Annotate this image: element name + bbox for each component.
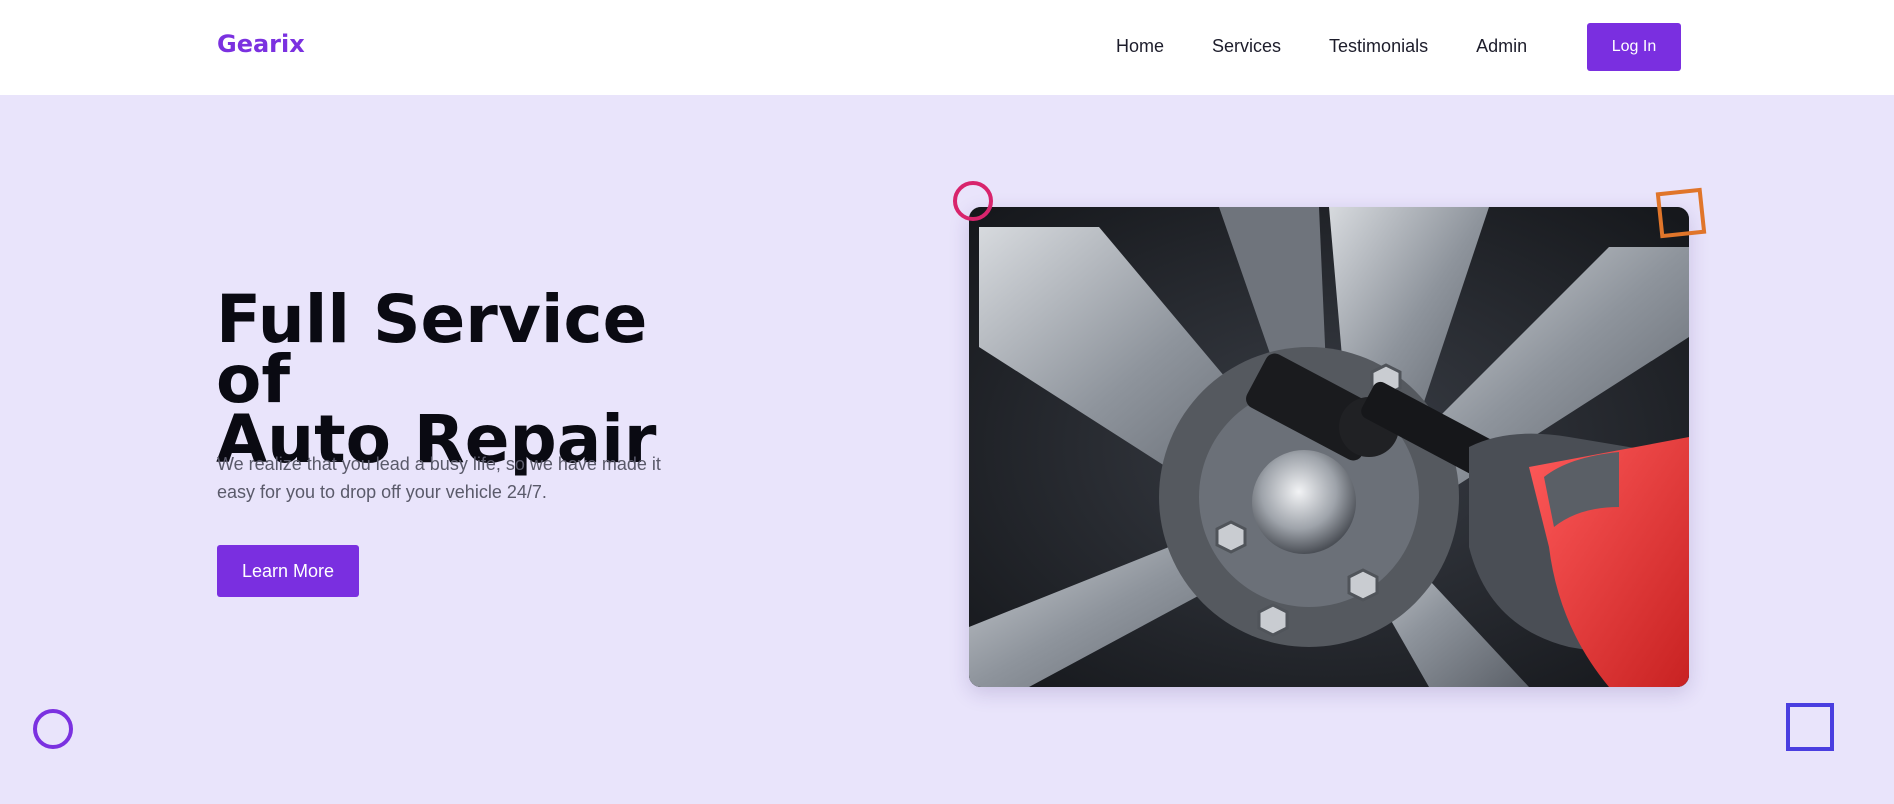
nav-link-services[interactable]: Services: [1212, 34, 1281, 58]
hero-title: Full Service of Auto Repair: [216, 287, 736, 473]
nav-link-admin[interactable]: Admin: [1476, 34, 1527, 58]
nav-link-testimonials[interactable]: Testimonials: [1329, 34, 1428, 58]
decor-circle-pink: [953, 181, 993, 221]
brand-logo[interactable]: Gearix: [217, 30, 305, 58]
decor-square-orange: [1655, 187, 1707, 239]
hero-image: [969, 207, 1689, 687]
hero-title-line1: Full Service of: [216, 281, 648, 418]
learn-more-button[interactable]: Learn More: [217, 545, 359, 597]
nav-link-home[interactable]: Home: [1116, 34, 1164, 58]
login-button[interactable]: Log In: [1587, 23, 1681, 71]
hero-description: We realize that you lead a busy life, so…: [217, 454, 661, 502]
decor-circle-purple: [33, 709, 73, 749]
decor-square-blue: [1786, 703, 1834, 751]
wheel-center-cap: [1252, 450, 1356, 554]
navbar: Gearix Home Services Testimonials Admin …: [0, 0, 1894, 95]
nav-links: Home Services Testimonials Admin: [1116, 34, 1575, 58]
